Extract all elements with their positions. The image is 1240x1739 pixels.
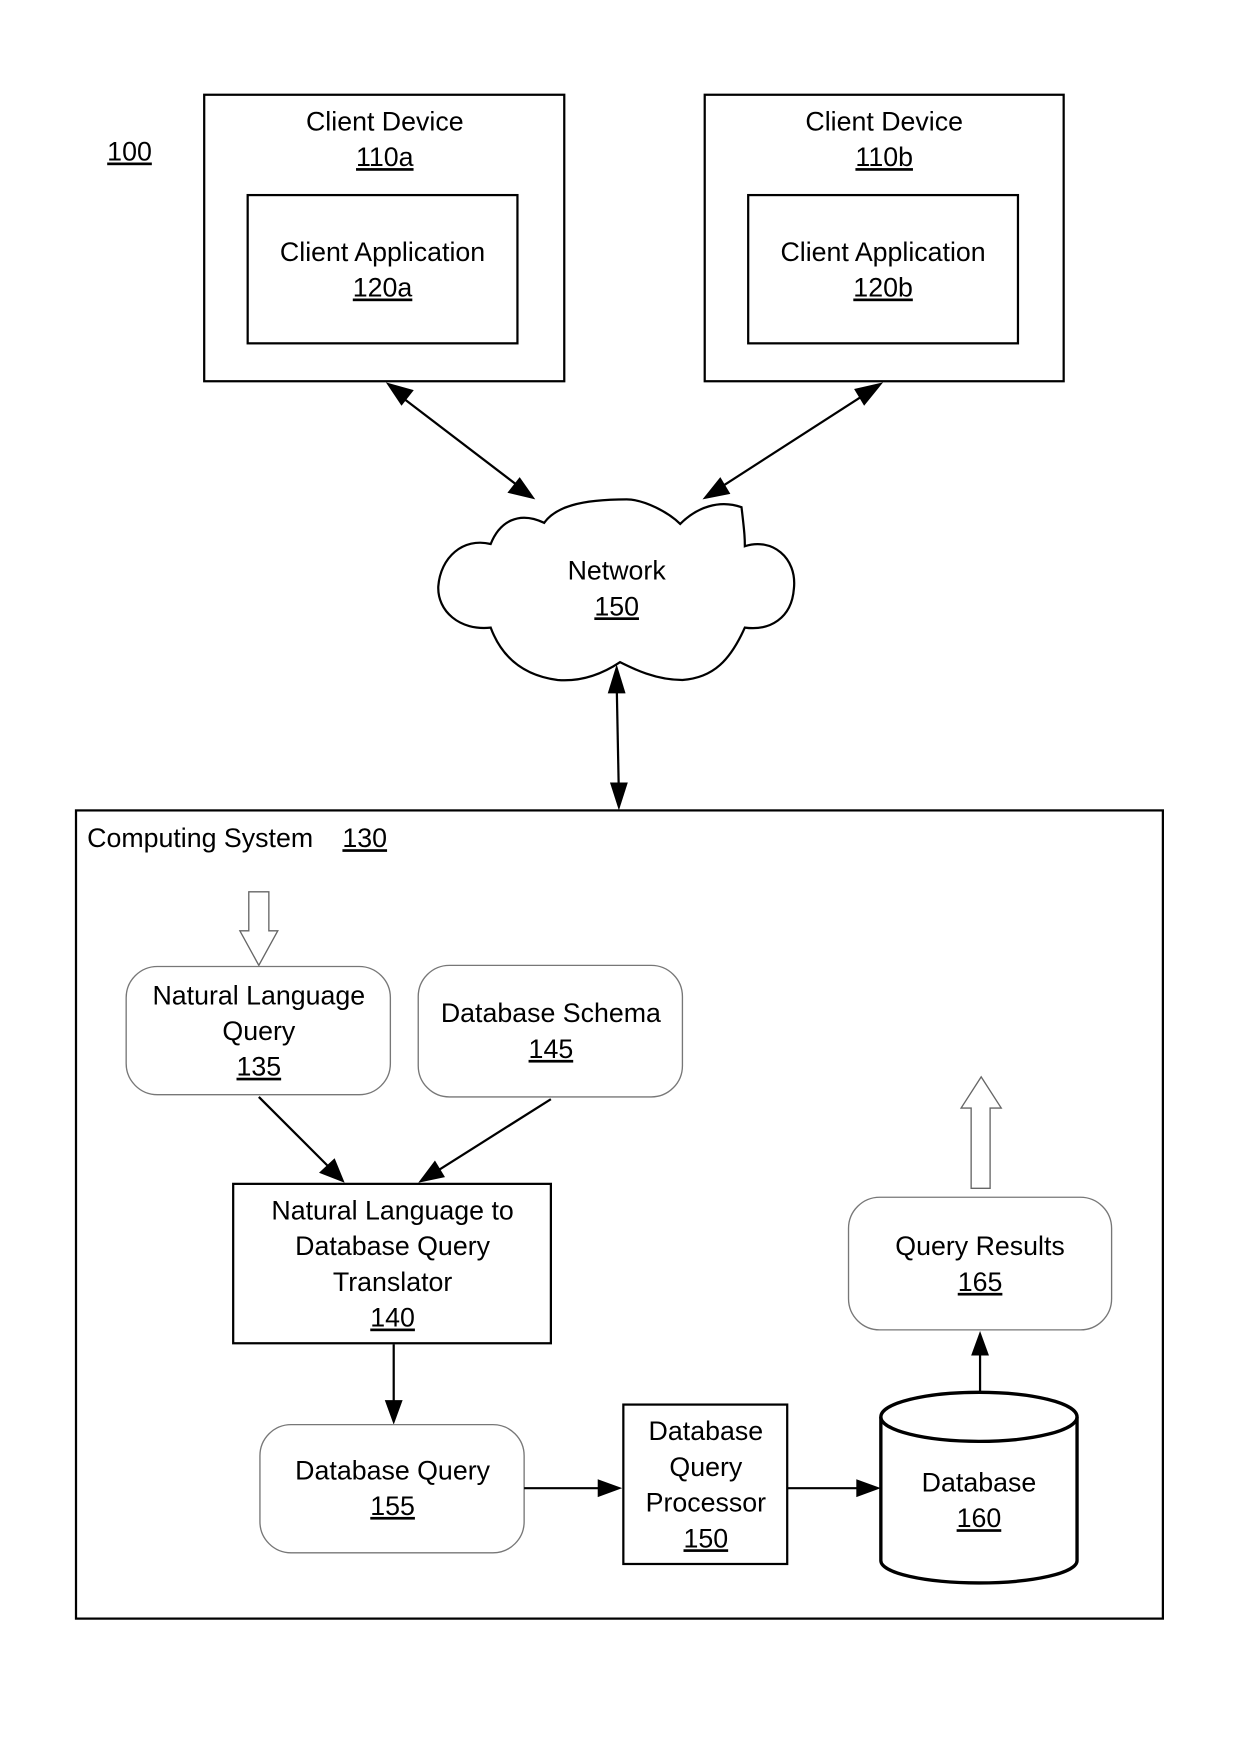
translator-ref: 140 bbox=[370, 1303, 415, 1333]
database-ref: 160 bbox=[957, 1503, 1002, 1533]
query-results-title: Query Results bbox=[895, 1231, 1064, 1261]
nl-query-line2: Query bbox=[222, 1016, 295, 1046]
client-application-a-title: Client Application bbox=[280, 237, 485, 267]
client-device-a-ref: 110a bbox=[356, 142, 414, 172]
nl-query-line1: Natural Language bbox=[152, 980, 365, 1010]
database-schema: Database Schema 145 bbox=[417, 964, 684, 1098]
translator-line1: Natural Language to bbox=[271, 1196, 513, 1226]
db-schema-ref: 145 bbox=[529, 1034, 574, 1064]
nl-to-db-query-translator: Natural Language to Database Query Trans… bbox=[232, 1182, 553, 1345]
network-ref: 150 bbox=[594, 591, 639, 621]
processor-line3: Processor bbox=[646, 1488, 767, 1518]
client-application-b-ref: 120b bbox=[853, 273, 913, 303]
database-query-processor: Database Query Processor 150 bbox=[622, 1403, 789, 1566]
client-device-b: Client Device 110b Client Application 12… bbox=[703, 93, 1065, 383]
network-title: Network bbox=[568, 556, 667, 586]
processor-line1: Database bbox=[649, 1416, 764, 1446]
database-cylinder: Database 160 bbox=[879, 1390, 1079, 1585]
nl-query-ref: 135 bbox=[237, 1052, 282, 1082]
computing-system-title: Computing System bbox=[87, 823, 313, 853]
figure-ref: 100 bbox=[107, 137, 152, 167]
translator-line2: Database Query bbox=[295, 1231, 490, 1261]
processor-line2: Query bbox=[669, 1452, 742, 1482]
client-device-a-title: Client Device bbox=[306, 106, 464, 136]
client-device-a: Client Device 110a Client Application 12… bbox=[203, 93, 566, 383]
client-application-b: Client Application 120b bbox=[747, 193, 1020, 345]
db-schema-title: Database Schema bbox=[441, 998, 661, 1028]
db-query-ref: 155 bbox=[370, 1491, 415, 1521]
processor-ref: 150 bbox=[684, 1523, 729, 1553]
query-results: Query Results 165 bbox=[847, 1196, 1113, 1331]
translator-line3: Translator bbox=[333, 1267, 453, 1297]
client-device-b-title: Client Device bbox=[805, 106, 963, 136]
client-application-a: Client Application 120a bbox=[246, 193, 519, 345]
client-application-b-title: Client Application bbox=[780, 237, 985, 267]
query-results-ref: 165 bbox=[958, 1267, 1003, 1297]
db-query-title: Database Query bbox=[295, 1455, 490, 1485]
network-cloud: Network 150 bbox=[437, 498, 796, 682]
database-title: Database bbox=[922, 1468, 1037, 1498]
computing-system-ref: 130 bbox=[342, 823, 387, 853]
arrow-network-computing-system bbox=[607, 664, 628, 811]
client-device-b-ref: 110b bbox=[855, 142, 913, 172]
database-query: Database Query 155 bbox=[259, 1423, 525, 1554]
arrow-device-a-network bbox=[385, 382, 536, 500]
client-application-a-ref: 120a bbox=[353, 273, 413, 303]
natural-language-query: Natural Language Query 135 bbox=[125, 965, 392, 1096]
arrow-device-b-network bbox=[702, 382, 884, 500]
system-diagram: 100 Client Device 110a Client Applicatio… bbox=[74, 93, 1164, 1620]
